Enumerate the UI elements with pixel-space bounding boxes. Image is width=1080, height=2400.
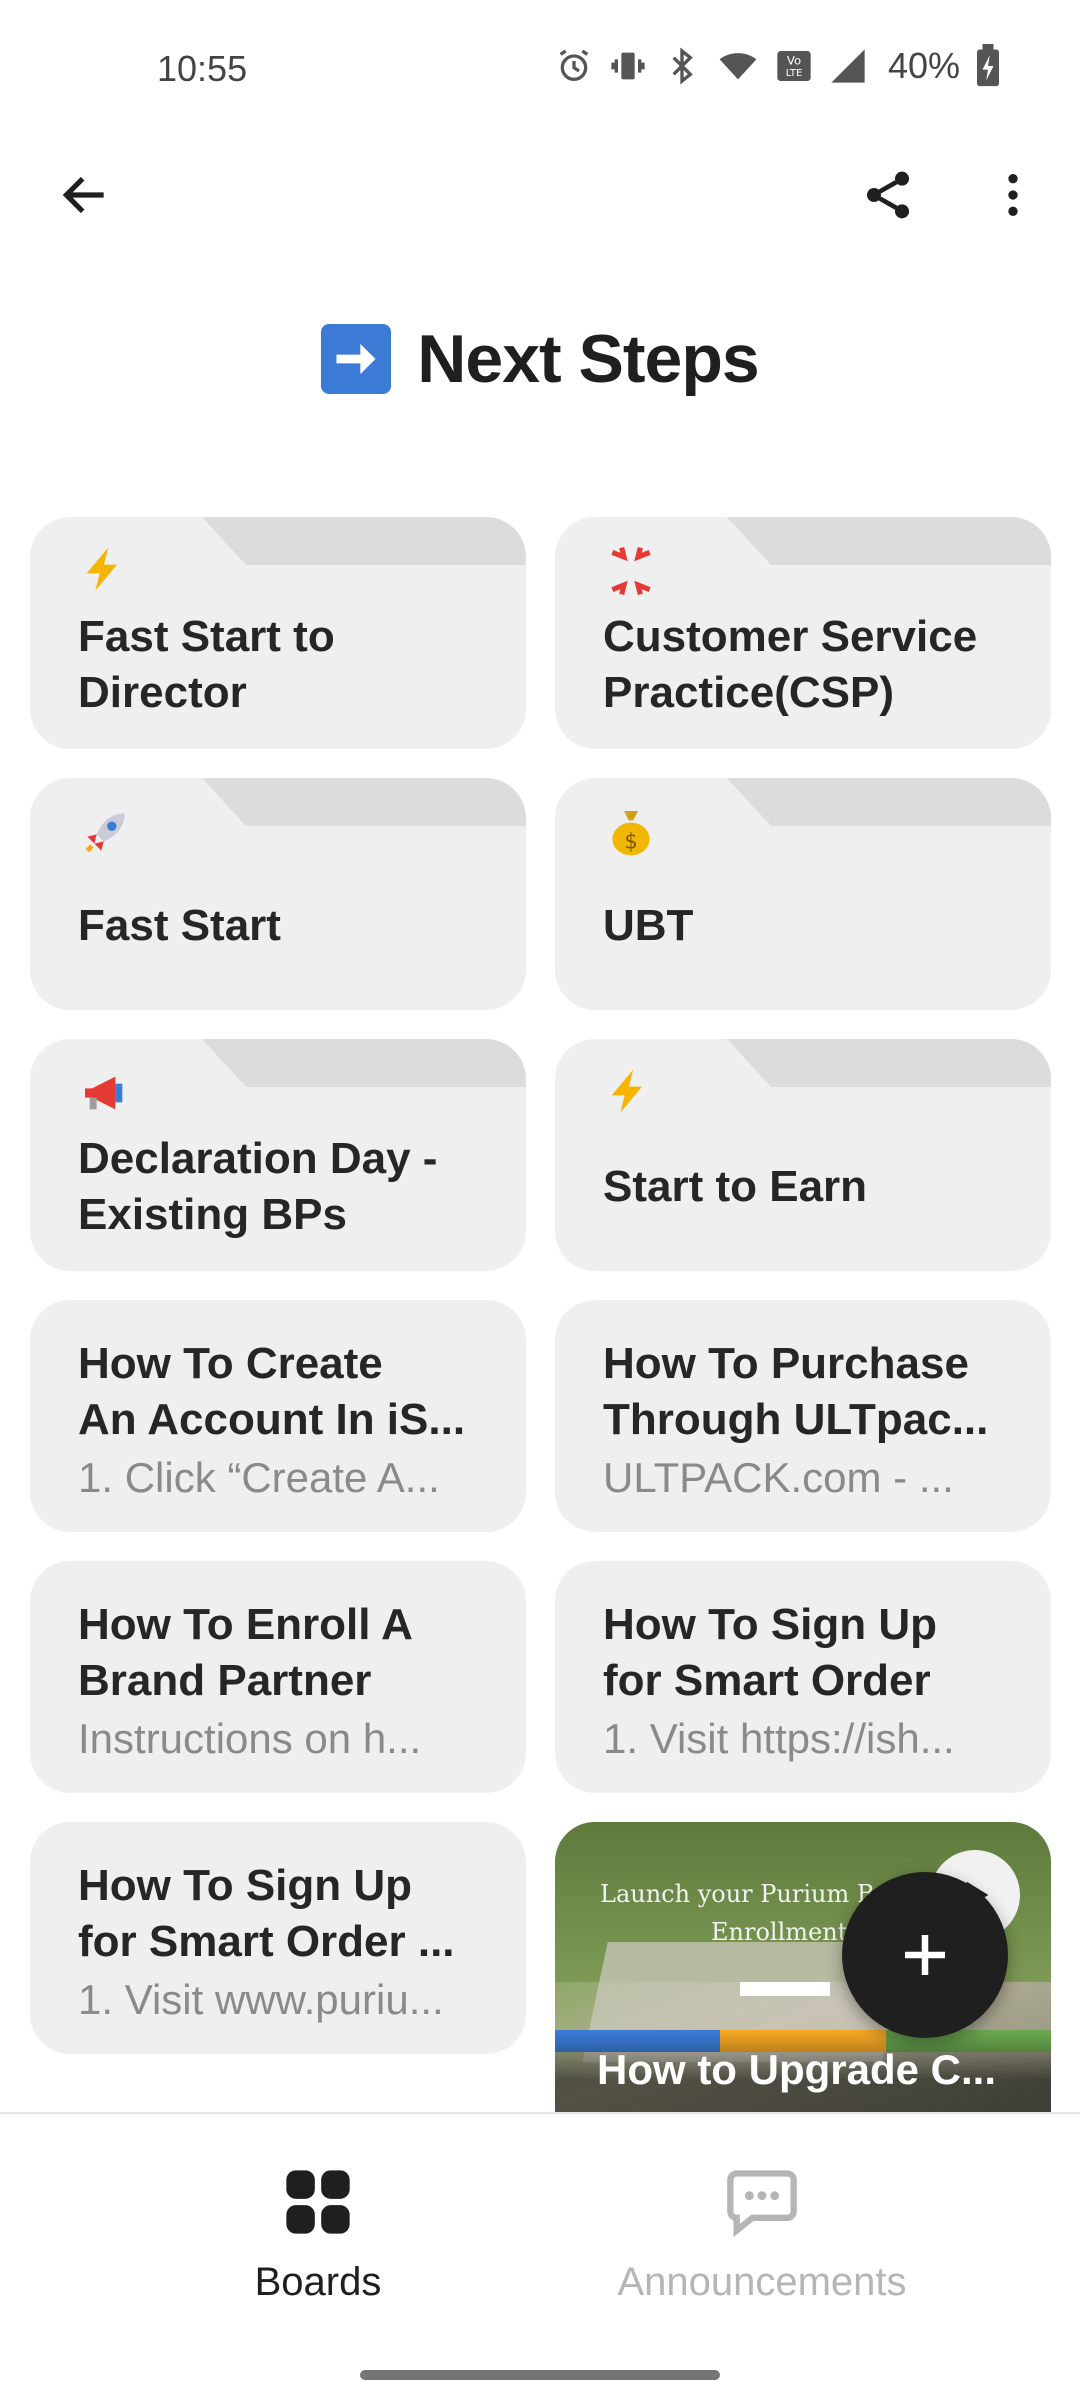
alarm-icon <box>559 49 589 81</box>
card-subtitle: ULTPACK.com - ... <box>603 1454 954 1501</box>
chat-bubble-icon <box>722 2162 802 2242</box>
svg-text:$: $ <box>624 829 637 853</box>
card-title-line2: Through ULTpac... <box>603 1395 989 1444</box>
share-icon <box>867 171 909 219</box>
card-title-line1: How To Sign Up <box>603 1600 938 1649</box>
anger-emoji-icon <box>603 543 663 603</box>
signal-icon <box>831 49 865 83</box>
svg-text:LTE: LTE <box>786 68 803 79</box>
page-title: Next Steps <box>0 320 1080 398</box>
card-title-line1: How To Enroll A <box>78 1600 413 1649</box>
screen: 10:55 Vo LTE 40% Next Steps Fast Start t… <box>0 0 1080 2400</box>
card-title-line1: How To Purchase <box>603 1339 969 1388</box>
status-icons: Vo LTE 40% <box>554 44 1002 88</box>
rocket-emoji-icon <box>78 804 138 864</box>
page-title-text: Next Steps <box>417 321 759 397</box>
card-title-line2: An Account In iS... <box>78 1395 466 1444</box>
card-title-line1: How To Sign Up <box>78 1861 413 1910</box>
more-options-button[interactable] <box>968 150 1058 240</box>
wifi-icon <box>719 53 757 80</box>
card-title-line2: for Smart Order <box>603 1656 931 1705</box>
doc-card-smart-order[interactable]: How To Sign Up for Smart Order 1. Visit … <box>555 1561 1051 1793</box>
lightning-emoji-icon <box>603 1065 663 1125</box>
board-card-declaration-day[interactable]: Declaration Day - Existing BPs <box>30 1039 526 1271</box>
status-time: 10:55 <box>157 48 248 89</box>
card-subtitle: Instructions on h... <box>78 1715 422 1762</box>
app-bar <box>0 140 1080 250</box>
video-caption: How to Upgrade C... <box>597 2046 996 2093</box>
doc-card-create-account[interactable]: How To Create An Account In iS... 1. Cli… <box>30 1300 526 1532</box>
nav-label-announcements: Announcements <box>617 2260 907 2304</box>
arrow-right-emoji-icon <box>321 324 392 394</box>
lightning-emoji-icon <box>78 543 138 603</box>
add-fab-button[interactable] <box>842 1872 1008 2038</box>
card-title: Customer Service Practice(CSP) <box>603 612 978 717</box>
share-button[interactable] <box>843 150 933 240</box>
nav-tab-boards[interactable]: Boards <box>138 2162 498 2305</box>
doc-card-enroll-brand-partner[interactable]: How To Enroll A Brand Partner Instructio… <box>30 1561 526 1793</box>
card-subtitle: 1. Visit www.puriu... <box>78 1976 444 2023</box>
home-indicator[interactable] <box>360 2370 720 2380</box>
vibrate-icon <box>611 52 645 80</box>
doc-card-purchase-ultpack[interactable]: How To Purchase Through ULTpac... ULTPAC… <box>555 1300 1051 1532</box>
svg-text:Vo: Vo <box>787 53 801 67</box>
board-card-start-to-earn[interactable]: Start to Earn <box>555 1039 1051 1271</box>
more-vertical-icon <box>1008 174 1018 216</box>
card-title: Fast Start <box>78 901 281 950</box>
bottom-navigation: Boards Announcements <box>0 2112 1080 2400</box>
board-card-fast-start[interactable]: Fast Start <box>30 778 526 1010</box>
boards-grid-icon <box>278 2162 358 2242</box>
board-card-customer-service-practice[interactable]: Customer Service Practice(CSP) <box>555 517 1051 749</box>
volte-icon: VoLTE <box>777 51 811 81</box>
card-title: Fast Start to Director <box>78 612 335 717</box>
card-title-line2: Brand Partner <box>78 1656 372 1705</box>
nav-tab-announcements[interactable]: Announcements <box>582 2162 942 2305</box>
bluetooth-icon <box>672 47 693 85</box>
card-subtitle: 1. Click “Create A... <box>78 1454 440 1501</box>
megaphone-emoji-icon <box>78 1065 138 1125</box>
card-title-line1: How To Create <box>78 1339 383 1388</box>
board-card-fast-start-to-director[interactable]: Fast Start to Director <box>30 517 526 749</box>
plus-icon <box>905 1935 945 1975</box>
arrow-left-icon <box>62 176 104 214</box>
battery-percent: 40% <box>887 45 960 86</box>
status-bar: 10:55 Vo LTE 40% <box>0 0 1080 140</box>
money-bag-emoji-icon: $ <box>603 804 663 864</box>
board-card-ubt[interactable]: $ UBT <box>555 778 1051 1010</box>
nav-label-boards: Boards <box>254 2260 382 2304</box>
card-title: Declaration Day - Existing BPs <box>78 1134 438 1239</box>
back-button[interactable] <box>40 150 130 240</box>
card-subtitle: 1. Visit https://ish... <box>603 1715 955 1762</box>
battery-icon <box>977 44 999 87</box>
thumbnail-enroll-button <box>740 1982 830 1996</box>
doc-card-smart-order-2[interactable]: How To Sign Up for Smart Order ... 1. Vi… <box>30 1822 526 2054</box>
card-title: UBT <box>603 901 694 950</box>
card-title: Start to Earn <box>603 1162 868 1211</box>
card-title-line2: for Smart Order ... <box>78 1917 455 1966</box>
